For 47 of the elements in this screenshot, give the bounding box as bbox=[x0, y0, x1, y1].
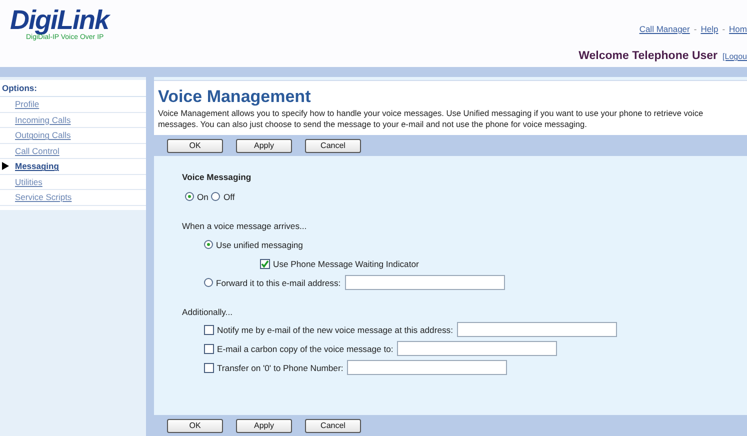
page-title: Voice Management bbox=[158, 87, 312, 107]
checkbox[interactable] bbox=[204, 362, 214, 372]
sidebar-item[interactable]: Utilities bbox=[15, 176, 42, 187]
checkbox[interactable] bbox=[204, 324, 214, 334]
nav-link[interactable]: Help bbox=[700, 24, 718, 34]
radio-button[interactable] bbox=[211, 192, 220, 201]
section-label: When a voice message arrives... bbox=[182, 221, 308, 231]
radio-button[interactable] bbox=[204, 240, 213, 249]
pointer-icon bbox=[0, 162, 10, 170]
action-button[interactable]: Cancel bbox=[305, 418, 361, 432]
nav-link[interactable]: Hom bbox=[729, 24, 747, 34]
section-label: Additionally... bbox=[182, 307, 234, 317]
input-field[interactable] bbox=[397, 341, 558, 356]
action-button[interactable]: Apply bbox=[236, 418, 292, 432]
page-description: Voice Management allows you to specify how to handle your voice messages. Use Unified messaging if you want to use your phone to retrieve voice messages. You can also just choose to send the message to your e-mail and not use the phone for voice messaging. bbox=[158, 108, 704, 129]
link-separator: - bbox=[722, 24, 726, 34]
action-button[interactable]: OK bbox=[167, 138, 223, 152]
option-label: Notify me by e-mail of the new voice message at this address: bbox=[217, 324, 453, 334]
checkbox[interactable] bbox=[204, 344, 214, 354]
sidebar-item[interactable]: Incoming Calls bbox=[15, 114, 71, 125]
action-button[interactable]: OK bbox=[167, 418, 223, 432]
input-field[interactable] bbox=[344, 275, 505, 290]
option-label: Forward it to this e-mail address: bbox=[216, 278, 341, 288]
checkbox[interactable] bbox=[260, 258, 270, 268]
sidebar-item[interactable]: Profile bbox=[15, 99, 40, 110]
input-field[interactable] bbox=[456, 322, 617, 337]
welcome-text: Welcome Telephone User bbox=[578, 50, 718, 62]
logo: DigiLink bbox=[10, 6, 108, 34]
radio-button[interactable] bbox=[204, 278, 213, 287]
logout-link[interactable]: [Logou bbox=[722, 52, 747, 61]
option-label: Use unified messaging bbox=[216, 240, 303, 250]
section-label: Voice Messaging bbox=[182, 172, 252, 182]
input-field[interactable] bbox=[347, 360, 508, 375]
nav-link[interactable]: Call Manager bbox=[639, 24, 690, 34]
option-label: E-mail a carbon copy of the voice message to: bbox=[217, 344, 394, 354]
option-label: Transfer on '0' to Phone Number: bbox=[217, 362, 344, 372]
sidebar-item[interactable]: Messaging bbox=[15, 161, 59, 172]
sidebar-item[interactable]: Service Scripts bbox=[15, 192, 72, 202]
action-button[interactable]: Cancel bbox=[305, 138, 361, 152]
action-button[interactable]: Apply bbox=[236, 138, 292, 152]
option-label: On bbox=[197, 192, 208, 202]
link-separator: - bbox=[694, 24, 697, 34]
radio-button[interactable] bbox=[185, 192, 194, 201]
sidebar-item[interactable]: Call Control bbox=[15, 146, 60, 156]
option-label: Use Phone Message Waiting Indicator bbox=[273, 258, 419, 268]
sidebar-item[interactable]: Outgoing Calls bbox=[15, 130, 71, 140]
option-label: Off bbox=[223, 192, 235, 202]
